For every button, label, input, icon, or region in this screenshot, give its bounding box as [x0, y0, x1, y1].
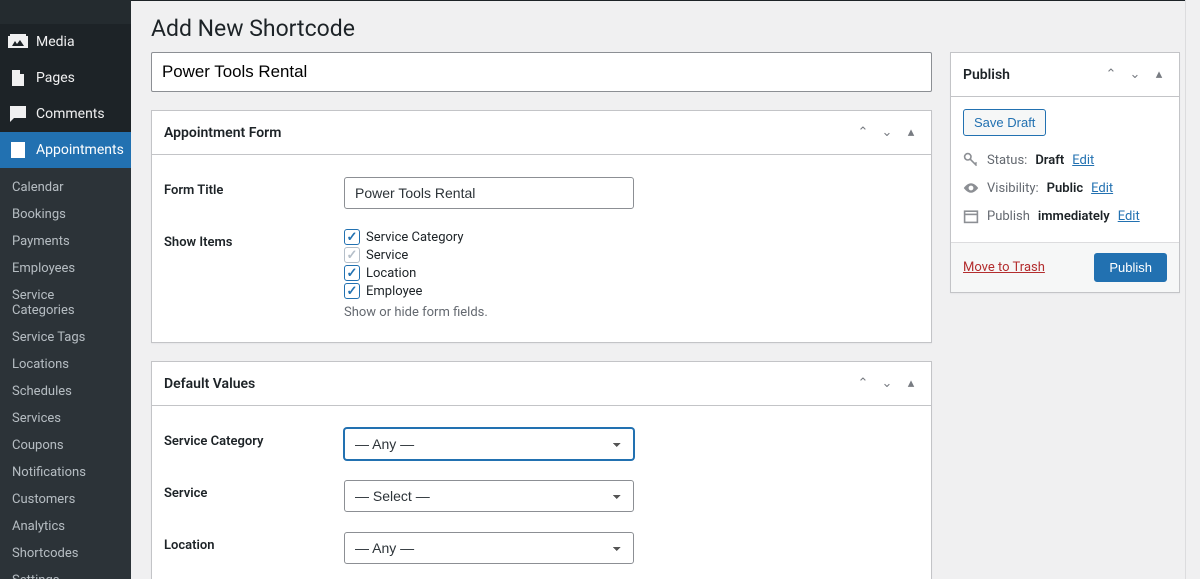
label-service-category: Service Category: [164, 428, 344, 460]
box-toggle-icon[interactable]: ▴: [903, 125, 919, 140]
box-appointment-form: Appointment Form ⌃ ⌄ ▴ Form Title: [151, 110, 932, 343]
pages-icon: [8, 68, 28, 88]
submenu-item-employees[interactable]: Employees: [0, 255, 131, 282]
submenu-item-schedules[interactable]: Schedules: [0, 378, 131, 405]
submenu-item-notifications[interactable]: Notifications: [0, 459, 131, 486]
edit-visibility-link[interactable]: Edit: [1091, 181, 1113, 196]
submenu-item-service-tags[interactable]: Service Tags: [0, 324, 131, 351]
submenu-item-customers[interactable]: Customers: [0, 486, 131, 513]
hint-show-items: Show or hide form fields.: [344, 305, 919, 320]
edit-status-link[interactable]: Edit: [1072, 153, 1094, 168]
visibility-icon: [963, 180, 979, 196]
box-publish: Publish ⌃ ⌄ ▴ Save Draft Status:: [950, 52, 1180, 293]
sidebar-item-label: Pages: [36, 70, 75, 86]
edit-publish-link[interactable]: Edit: [1118, 209, 1140, 224]
submenu-item-coupons[interactable]: Coupons: [0, 432, 131, 459]
submenu-item-payments[interactable]: Payments: [0, 228, 131, 255]
sidebar-item-label: Comments: [36, 106, 105, 122]
checkbox-label: Employee: [366, 284, 422, 299]
sidebar-item-label: Media: [36, 34, 75, 50]
box-move-up-icon[interactable]: ⌃: [855, 376, 871, 391]
move-to-trash-link[interactable]: Move to Trash: [963, 260, 1045, 275]
box-title: Publish: [963, 67, 1010, 83]
submenu-item-service-categories[interactable]: Service Categories: [0, 282, 131, 324]
box-move-down-icon[interactable]: ⌄: [1127, 67, 1143, 82]
box-move-up-icon[interactable]: ⌃: [855, 125, 871, 140]
checkbox-service-category[interactable]: [344, 229, 360, 245]
checkbox-service: [344, 247, 360, 263]
checkbox-label: Location: [366, 266, 416, 281]
comments-icon: [8, 104, 28, 124]
admin-sidebar: Media Pages Comments Appointments Calend…: [0, 0, 131, 579]
select-service[interactable]: — Select —: [344, 480, 634, 512]
page-title: Add New Shortcode: [151, 15, 355, 42]
input-form-title[interactable]: [344, 177, 634, 209]
publish-label: Publish: [987, 209, 1030, 224]
checkbox-location[interactable]: [344, 265, 360, 281]
visibility-label: Visibility:: [987, 181, 1039, 196]
select-service-category[interactable]: — Any —: [344, 428, 634, 460]
select-location[interactable]: — Any —: [344, 532, 634, 564]
sidebar-item-appointments[interactable]: Appointments: [0, 132, 131, 168]
box-toggle-icon[interactable]: ▴: [1151, 67, 1167, 82]
sidebar-submenu: Calendar Bookings Payments Employees Ser…: [0, 168, 131, 579]
checkbox-label: Service: [366, 248, 408, 263]
submenu-item-bookings[interactable]: Bookings: [0, 201, 131, 228]
key-icon: [963, 152, 979, 168]
checkbox-label: Service Category: [366, 230, 464, 245]
box-move-up-icon[interactable]: ⌃: [1103, 67, 1119, 82]
truncated-icon: [8, 0, 28, 20]
sidebar-item-media[interactable]: Media: [0, 24, 131, 60]
sidebar-item-pages[interactable]: Pages: [0, 60, 131, 96]
submenu-item-calendar[interactable]: Calendar: [0, 174, 131, 201]
publish-value: immediately: [1038, 209, 1110, 224]
main-content: Add New Shortcode Appointment Form ⌃ ⌄ ▴: [131, 0, 1200, 579]
visibility-value: Public: [1047, 181, 1083, 196]
box-toggle-icon[interactable]: ▴: [903, 376, 919, 391]
label-show-items: Show Items: [164, 229, 344, 320]
status-value: Draft: [1035, 153, 1064, 168]
submenu-item-analytics[interactable]: Analytics: [0, 513, 131, 540]
label-location: Location: [164, 532, 344, 564]
post-title-input[interactable]: [151, 52, 932, 92]
sidebar-item-label: Appointments: [36, 142, 124, 158]
box-move-down-icon[interactable]: ⌄: [879, 376, 895, 391]
calendar-alt-icon: [8, 140, 28, 160]
submenu-item-locations[interactable]: Locations: [0, 351, 131, 378]
label-service: Service: [164, 480, 344, 512]
box-default-values: Default Values ⌃ ⌄ ▴ Service Category — …: [151, 361, 932, 579]
box-title: Default Values: [164, 376, 255, 392]
submenu-item-settings[interactable]: Settings: [0, 567, 131, 579]
submenu-item-services[interactable]: Services: [0, 405, 131, 432]
checkbox-employee[interactable]: [344, 283, 360, 299]
status-label: Status:: [987, 153, 1027, 168]
media-icon: [8, 32, 28, 52]
sidebar-item-comments[interactable]: Comments: [0, 96, 131, 132]
submenu-item-shortcodes[interactable]: Shortcodes: [0, 540, 131, 567]
label-form-title: Form Title: [164, 177, 344, 209]
sidebar-item-truncated: [0, 0, 131, 24]
publish-button[interactable]: Publish: [1094, 253, 1167, 282]
save-draft-button[interactable]: Save Draft: [963, 109, 1046, 136]
calendar-icon: [963, 208, 979, 224]
box-title: Appointment Form: [164, 125, 281, 141]
box-move-down-icon[interactable]: ⌄: [879, 125, 895, 140]
